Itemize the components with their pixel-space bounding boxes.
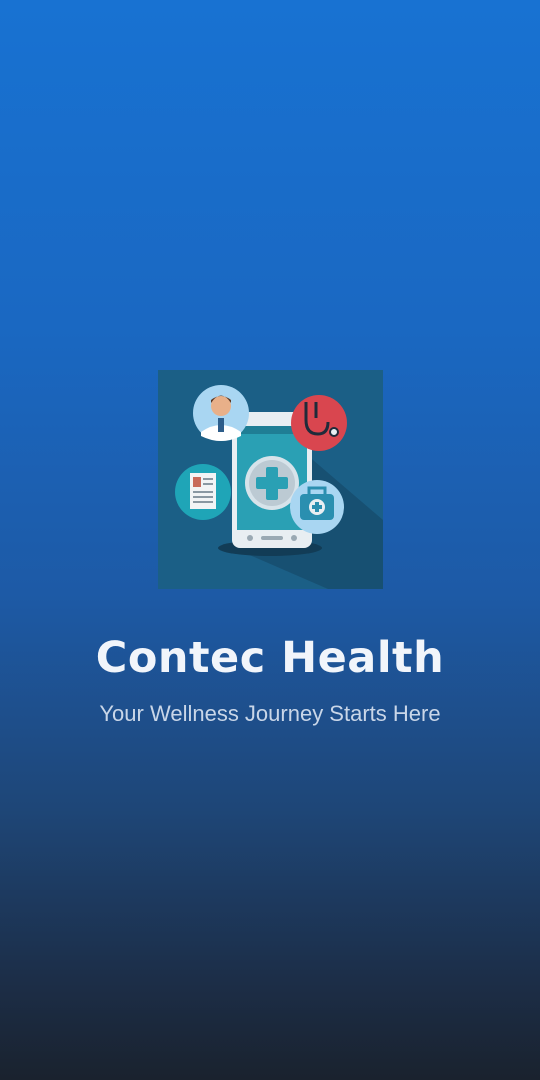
app-title: Contec Health (95, 633, 445, 683)
app-tagline: Your Wellness Journey Starts Here (99, 701, 441, 726)
splash-screen: Contec Health Your Wellness Journey Star… (0, 0, 540, 1080)
app-logo (158, 370, 383, 589)
patient-record-icon (175, 464, 231, 520)
stethoscope-icon (291, 395, 347, 451)
doctor-avatar-icon (193, 385, 249, 441)
medical-bag-icon (290, 480, 344, 534)
health-app-logo-icon (158, 370, 383, 589)
